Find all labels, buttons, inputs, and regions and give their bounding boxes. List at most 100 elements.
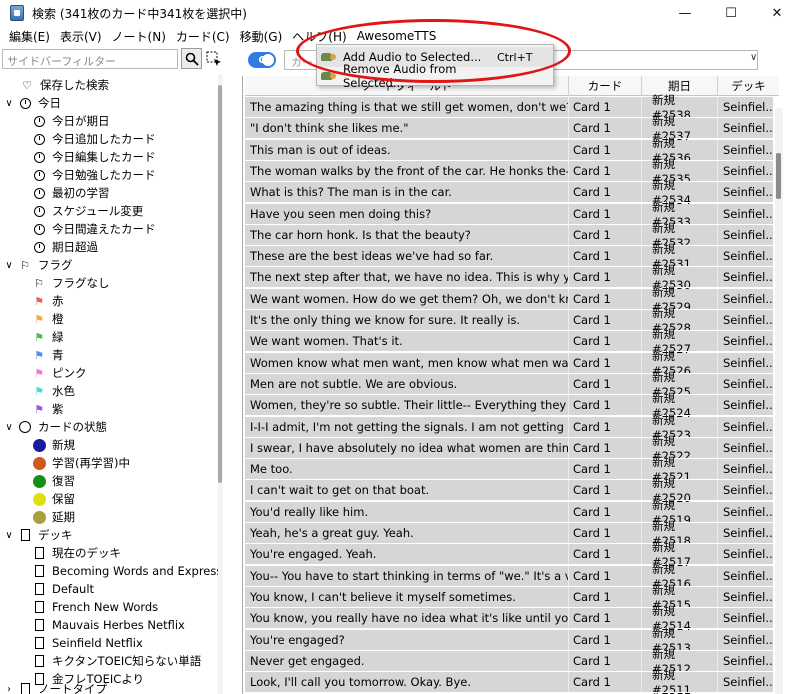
- sidebar-item-flag[interactable]: ⚑ 赤: [32, 292, 63, 310]
- sidebar-item-flag[interactable]: ⚑ 橙: [32, 310, 64, 328]
- window-title: 検索 (341枚のカード中341枚を選択中): [32, 6, 247, 21]
- chevron-down-icon[interactable]: ∨: [4, 98, 14, 109]
- sidebar-item-label: 橙: [52, 312, 64, 326]
- sidebar-group-today[interactable]: ∨ 今日: [0, 94, 61, 112]
- menu-go[interactable]: 移動(G): [235, 28, 288, 45]
- sidebar-item-state[interactable]: 保留: [32, 490, 75, 508]
- sidebar-item-flag[interactable]: ⚑ 水色: [32, 382, 75, 400]
- menu-edit[interactable]: 編集(E): [4, 28, 55, 45]
- menu-cards[interactable]: カード(C): [171, 28, 235, 45]
- minimize-button[interactable]: —: [662, 0, 708, 26]
- chevron-down-icon[interactable]: ∨: [4, 422, 14, 433]
- sidebar-item-deck[interactable]: Mauvais Herbes Netflix: [32, 616, 185, 634]
- search-button[interactable]: [181, 48, 202, 69]
- close-button[interactable]: ✕: [754, 0, 800, 26]
- deck-cell: Seinfiel...: [723, 185, 773, 200]
- menu-item-shortcut: Ctrl+T: [497, 50, 533, 64]
- sidebar-group-notetype[interactable]: › ノートタイプ: [0, 680, 107, 694]
- chevron-down-icon[interactable]: ∨: [4, 530, 14, 541]
- sidebar-item-label: フラグなし: [52, 276, 110, 290]
- deck-cell: Seinfiel...: [723, 376, 773, 391]
- sidebar-item-deck[interactable]: French New Words: [32, 598, 158, 616]
- awesometts-menu: Add Audio to Selected... Ctrl+T Remove A…: [316, 44, 554, 90]
- sidebar-item-today[interactable]: 今日間違えたカード: [32, 220, 156, 238]
- card-cell: Card 1: [569, 182, 642, 203]
- sidebar-item-deck[interactable]: キクタンTOEIC知らない単語: [32, 652, 201, 670]
- sidebar-item-today[interactable]: 今日が期日: [32, 112, 110, 130]
- sidebar-item-deck[interactable]: Default: [32, 580, 94, 598]
- sidebar-item-today[interactable]: 今日追加したカード: [32, 130, 156, 148]
- remove-audio-menu-item[interactable]: Remove Audio from Selected...: [317, 62, 553, 90]
- sidebar-item-flag[interactable]: ⚐ フラグなし: [32, 274, 110, 292]
- sidebar-item-flag[interactable]: ⚑ 青: [32, 346, 63, 364]
- sidebar-item-label: 今日間違えたカード: [52, 222, 156, 236]
- sidebar-item-label: 緑: [52, 330, 64, 344]
- sidebar-group-deck[interactable]: ∨ デッキ: [0, 526, 72, 544]
- sort-field-cell: You're engaged. Yeah.: [245, 544, 569, 565]
- sidebar-item-today[interactable]: 今日編集したカード: [32, 148, 156, 166]
- sidebar-filter-input[interactable]: サイドバーフィルター: [2, 49, 178, 69]
- table-scrollbar-thumb[interactable]: [776, 153, 781, 199]
- sidebar-item-today[interactable]: 期日超過: [32, 238, 98, 256]
- clock-icon: [32, 240, 46, 254]
- sidebar-item-today[interactable]: 最初の学習: [32, 184, 110, 202]
- menu-awesometts[interactable]: AwesomeTTS: [352, 29, 442, 43]
- sidebar-group-label: 今日: [38, 96, 61, 110]
- card-cell: Card 1: [569, 416, 642, 437]
- sidebar-group-flag[interactable]: ∨ ⚐ フラグ: [0, 256, 72, 274]
- deck-cell: Seinfiel...: [723, 270, 773, 285]
- sidebar-item-label: スケジュール変更: [52, 204, 144, 218]
- menu-help[interactable]: ヘルプ(H): [287, 28, 351, 45]
- table-row[interactable]: Look, I'll call you tomorrow. Okay. Bye.…: [245, 668, 773, 694]
- card-cell: Card 1: [569, 224, 642, 245]
- sidebar-item-state[interactable]: 復習: [32, 472, 75, 490]
- sidebar-item-today[interactable]: スケジュール変更: [32, 202, 143, 220]
- menu-bar: 編集(E) 表示(V) ノート(N) カード(C) 移動(G) ヘルプ(H) A…: [0, 26, 800, 46]
- deck-cell: Seinfiel...: [723, 142, 773, 157]
- chevron-down-icon[interactable]: ∨: [750, 52, 766, 63]
- select-tool-button[interactable]: [205, 50, 223, 68]
- card-cell: Card 1: [569, 310, 642, 330]
- sidebar-item-label: Seinfield Netflix: [52, 636, 143, 650]
- deck-cell: Seinfiel...: [723, 653, 773, 668]
- state-dot-icon: [32, 456, 46, 470]
- cards-notes-toggle[interactable]: C: [248, 52, 276, 68]
- deck-icon: [32, 618, 46, 632]
- sidebar-item-state[interactable]: 学習(再学習)中: [32, 454, 130, 472]
- sort-field-cell: Women, they're so subtle. Their little--…: [245, 395, 569, 416]
- state-dot-icon: [32, 438, 46, 452]
- sidebar-item-label: 復習: [52, 474, 75, 488]
- card-cell: Card 1: [569, 565, 642, 586]
- current-deck-icon: [32, 546, 46, 560]
- sidebar-item-state[interactable]: 延期: [32, 508, 75, 526]
- sidebar-item-state[interactable]: 新規: [32, 436, 75, 454]
- window-controls: — ☐ ✕: [662, 0, 800, 26]
- sidebar-item-deck[interactable]: 現在のデッキ: [32, 544, 121, 562]
- sidebar-item-flag[interactable]: ⚑ ピンク: [32, 364, 86, 382]
- sidebar-item-label: 今日が期日: [52, 114, 110, 128]
- sidebar-scrollbar-thumb[interactable]: [218, 85, 222, 483]
- menu-notes[interactable]: ノート(N): [107, 28, 171, 45]
- sidebar-group-card-state[interactable]: ∨ カードの状態: [0, 418, 107, 436]
- sort-field-cell: You know, I can't believe it myself some…: [245, 586, 569, 607]
- sort-field-cell: The car horn honk. Is that the beauty?: [245, 224, 569, 245]
- sort-field-cell: You'd really like him.: [245, 501, 569, 522]
- column-header-card[interactable]: カード: [569, 76, 642, 96]
- card-cell: Card 1: [569, 373, 642, 394]
- sidebar-item-deck[interactable]: Seinfield Netflix: [32, 634, 143, 652]
- sort-field-cell: Have you seen men doing this?: [245, 203, 569, 224]
- chevron-down-icon[interactable]: ∨: [4, 260, 14, 271]
- sidebar-item-label: 延期: [52, 510, 75, 524]
- sidebar-item-deck[interactable]: Becoming Words and Expressio...: [32, 562, 218, 580]
- card-cell: Card 1: [569, 480, 642, 501]
- sidebar-item-flag[interactable]: ⚑ 緑: [32, 328, 64, 346]
- chevron-right-icon[interactable]: ›: [4, 684, 14, 694]
- sidebar-item-today[interactable]: 今日勉強したカード: [32, 166, 156, 184]
- maximize-button[interactable]: ☐: [708, 0, 754, 26]
- column-header-deck[interactable]: デッキ: [718, 76, 779, 96]
- sidebar-item-saved-search[interactable]: ♡ 保存した検索: [20, 76, 109, 94]
- sidebar-item-label: French New Words: [52, 600, 159, 614]
- flag-icon: ⚐: [20, 258, 30, 272]
- menu-view[interactable]: 表示(V): [55, 28, 107, 45]
- sidebar-item-flag[interactable]: ⚑ 紫: [32, 400, 63, 418]
